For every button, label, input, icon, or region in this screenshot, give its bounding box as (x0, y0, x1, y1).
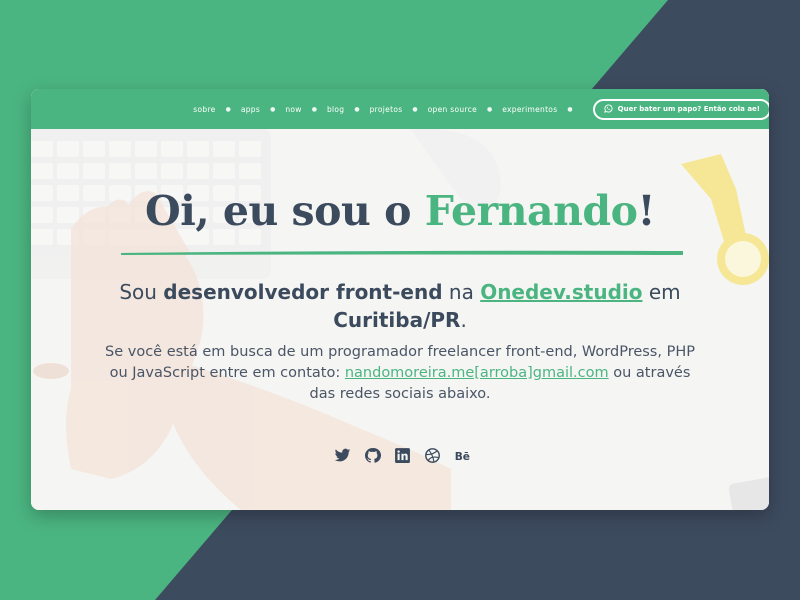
hero-section: Oi, eu sou o Fernando! Sou desenvolvedor… (31, 129, 769, 510)
onedev-studio-link[interactable]: Onedev.studio (480, 280, 642, 304)
svg-text:Bē: Bē (454, 449, 469, 462)
nav-separator: ● (270, 105, 276, 113)
linkedin-icon[interactable] (393, 446, 411, 464)
nav-menu: sobre ● apps ● now ● blog ● projetos ● o… (193, 105, 582, 114)
twitter-icon[interactable] (333, 446, 351, 464)
tagline-text: . (460, 308, 467, 332)
whatsapp-cta-label: Quer bater um papo? Então cola ae! (617, 105, 760, 113)
whatsapp-cta-button[interactable]: Quer bater um papo? Então cola ae! (592, 98, 769, 120)
top-navbar: sobre ● apps ● now ● blog ● projetos ● o… (31, 89, 769, 129)
whatsapp-icon (603, 103, 613, 115)
tagline-text: em (642, 280, 681, 304)
nav-separator: ● (354, 105, 360, 113)
social-links: Bē (31, 446, 769, 464)
nav-separator: ● (311, 105, 317, 113)
hero-description: Se você está em busca de um programador … (101, 342, 699, 405)
behance-icon[interactable]: Bē (453, 446, 471, 464)
email-link[interactable]: nandomoreira.me[arroba]gmail.com (345, 365, 609, 381)
nav-item-sobre[interactable]: sobre (193, 105, 215, 114)
nav-separator: ● (567, 105, 573, 113)
title-name: Fernando (424, 187, 638, 235)
browser-window: sobre ● apps ● now ● blog ● projetos ● o… (31, 89, 769, 510)
nav-item-projetos[interactable]: projetos (370, 105, 403, 114)
nav-item-blog[interactable]: blog (327, 105, 344, 114)
tagline-city: Curitiba/PR (333, 308, 461, 332)
nav-separator: ● (412, 105, 418, 113)
nav-item-experimentos[interactable]: experimentos (502, 105, 557, 114)
nav-separator: ● (225, 105, 231, 113)
nav-item-now[interactable]: now (285, 105, 301, 114)
title-greeting: Oi, eu sou o (145, 187, 425, 235)
nav-item-apps[interactable]: apps (241, 105, 260, 114)
tagline-text: na (442, 280, 481, 304)
tagline-role: desenvolvedor front-end (163, 280, 443, 304)
title-exclamation: ! (637, 187, 655, 235)
hero-tagline: Sou desenvolvedor front-end na Onedev.st… (111, 278, 689, 334)
title-underline (121, 250, 683, 255)
dribbble-icon[interactable] (423, 446, 441, 464)
nav-separator: ● (486, 105, 493, 113)
nav-item-open-source[interactable]: open source (428, 105, 477, 114)
github-icon[interactable] (363, 446, 381, 464)
tagline-text: Sou (119, 280, 164, 304)
hero-title: Oi, eu sou o Fernando! (31, 187, 769, 235)
